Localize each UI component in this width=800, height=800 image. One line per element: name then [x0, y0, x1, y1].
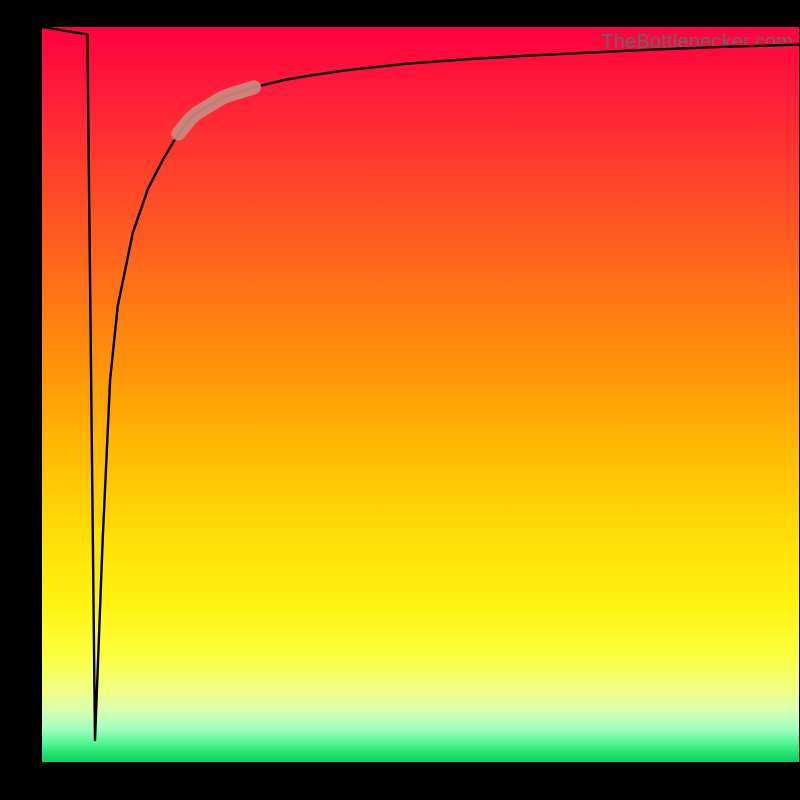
curve-line — [42, 27, 799, 740]
chart-frame: TheBottlenecker.com — [0, 0, 800, 800]
plot-area: TheBottlenecker.com — [42, 27, 799, 762]
highlight-marker — [178, 87, 254, 133]
chart-overlay — [42, 27, 799, 762]
